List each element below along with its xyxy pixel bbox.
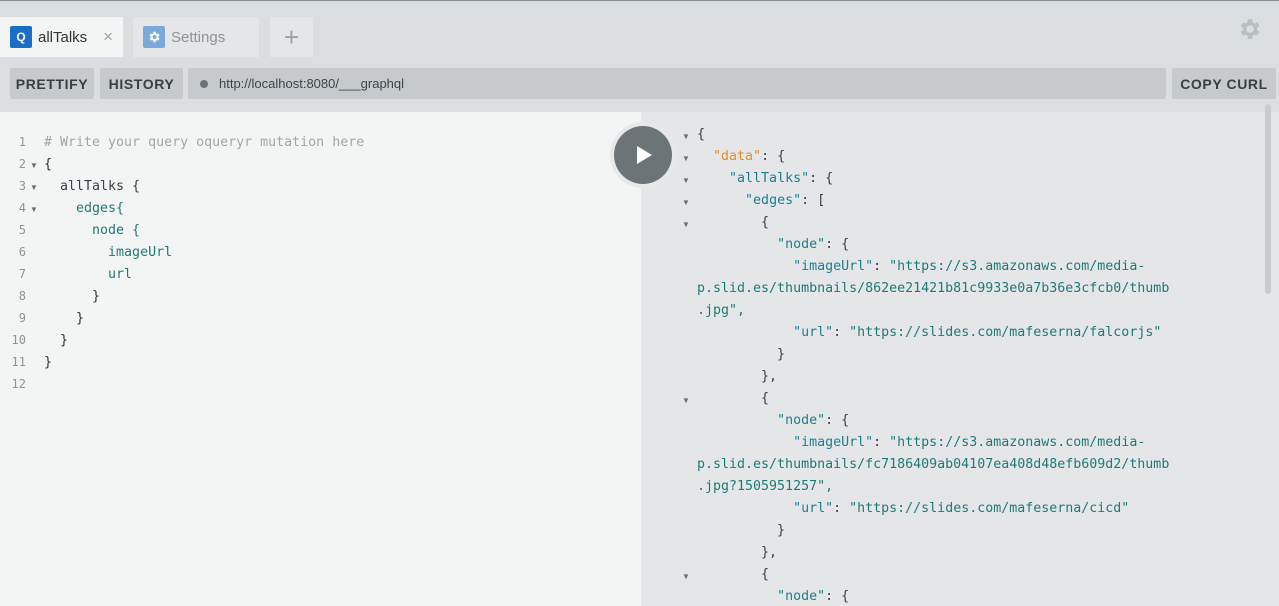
result-line: "imageUrl": "https://s3.amazonaws.com/me… bbox=[793, 435, 1146, 450]
tab-label: Settings bbox=[171, 28, 226, 46]
status-dot-icon bbox=[200, 79, 208, 88]
endpoint-url-text: http://localhost:8080/___graphql bbox=[219, 76, 405, 91]
code-line: imageUrl bbox=[44, 245, 173, 260]
fold-arrow-icon[interactable]: ▼ bbox=[30, 205, 38, 214]
result-line: "edges": [ bbox=[745, 193, 826, 208]
fold-arrow-icon[interactable]: ▼ bbox=[682, 176, 690, 185]
code-line: } bbox=[44, 355, 53, 370]
code-line: # Write your query oqueryr mutation here bbox=[44, 135, 365, 150]
fold-arrow-icon[interactable]: ▼ bbox=[682, 396, 690, 405]
line-number: 3 bbox=[18, 179, 26, 193]
line-number: 7 bbox=[18, 267, 26, 281]
result-line: p.slid.es/thumbnails/fc7186409ab04107ea4… bbox=[697, 457, 1170, 472]
line-number: 11 bbox=[11, 355, 26, 369]
fold-arrow-icon[interactable]: ▼ bbox=[30, 183, 38, 192]
result-line: .jpg", bbox=[697, 303, 746, 318]
line-number: 5 bbox=[18, 223, 26, 237]
code-line: node { bbox=[44, 223, 141, 238]
line-number: 9 bbox=[18, 311, 26, 325]
line-number: 4 bbox=[18, 201, 26, 215]
fold-arrow-icon[interactable]: ▼ bbox=[682, 198, 690, 207]
result-line: { bbox=[697, 215, 770, 230]
result-viewer[interactable]: ▼ ▼ ▼ ▼ ▼ ▼ ▼ { "data": { "allTalks": { … bbox=[641, 112, 1279, 606]
result-line: }, bbox=[697, 369, 778, 384]
play-icon bbox=[614, 126, 672, 184]
code-line: url bbox=[44, 267, 133, 282]
query-badge-icon: Q bbox=[10, 26, 32, 48]
history-button[interactable]: HISTORY bbox=[100, 68, 183, 99]
copy-curl-button[interactable]: COPY CURL bbox=[1172, 68, 1276, 99]
query-editor[interactable]: 1 2 3 4 5 6 7 8 9 10 11 12 ▼ ▼ ▼ # Write… bbox=[0, 112, 641, 606]
fold-arrow-icon[interactable]: ▼ bbox=[682, 220, 690, 229]
line-number: 12 bbox=[11, 377, 26, 391]
fold-arrow-icon[interactable]: ▼ bbox=[682, 132, 690, 141]
window-top-border bbox=[0, 0, 1279, 1]
endpoint-url-input[interactable]: http://localhost:8080/___graphql bbox=[188, 68, 1166, 99]
tab-alltalks[interactable]: Q allTalks × bbox=[0, 17, 123, 57]
code-line: { bbox=[44, 157, 53, 172]
result-line: "node": { bbox=[777, 237, 850, 252]
line-number: 10 bbox=[11, 333, 26, 347]
run-query-button[interactable] bbox=[610, 122, 676, 188]
result-line: }, bbox=[697, 545, 778, 560]
result-line: "node": { bbox=[777, 589, 850, 604]
gear-icon bbox=[143, 26, 165, 48]
result-line: "url": "https://slides.com/mafeserna/cic… bbox=[793, 501, 1130, 516]
line-number: 1 bbox=[18, 135, 26, 149]
prettify-button[interactable]: PRETTIFY bbox=[10, 68, 94, 99]
result-line: } bbox=[697, 523, 786, 538]
settings-gear-icon[interactable] bbox=[1236, 16, 1262, 42]
code-line: } bbox=[44, 311, 85, 326]
result-line: "node": { bbox=[777, 413, 850, 428]
code-line: edges{ bbox=[44, 201, 125, 216]
fold-arrow-icon[interactable]: ▼ bbox=[682, 154, 690, 163]
line-number: 2 bbox=[18, 157, 26, 171]
result-line: } bbox=[697, 347, 786, 362]
plus-icon: + bbox=[283, 22, 300, 52]
result-line: .jpg?1505951257", bbox=[697, 479, 834, 494]
line-number: 8 bbox=[18, 289, 26, 303]
close-icon[interactable]: × bbox=[103, 27, 113, 47]
add-tab-button[interactable]: + bbox=[270, 17, 313, 57]
result-line: "imageUrl": "https://s3.amazonaws.com/me… bbox=[793, 259, 1146, 274]
result-line: "data": { bbox=[713, 149, 786, 164]
result-line: { bbox=[697, 567, 770, 582]
result-line: "url": "https://slides.com/mafeserna/fal… bbox=[793, 325, 1162, 340]
result-line: "allTalks": { bbox=[729, 171, 834, 186]
code-line: } bbox=[44, 289, 101, 304]
result-line: p.slid.es/thumbnails/862ee21421b81c9933e… bbox=[697, 281, 1170, 296]
code-line: allTalks { bbox=[44, 179, 141, 194]
line-number: 6 bbox=[18, 245, 26, 259]
result-line: { bbox=[697, 391, 770, 406]
result-scrollbar[interactable] bbox=[1265, 104, 1271, 294]
fold-arrow-icon[interactable]: ▼ bbox=[682, 572, 690, 581]
fold-arrow-icon[interactable]: ▼ bbox=[30, 161, 38, 170]
result-line: { bbox=[697, 127, 706, 142]
tab-settings[interactable]: Settings bbox=[133, 17, 259, 57]
code-line: } bbox=[44, 333, 69, 348]
tab-label: allTalks bbox=[38, 28, 88, 46]
